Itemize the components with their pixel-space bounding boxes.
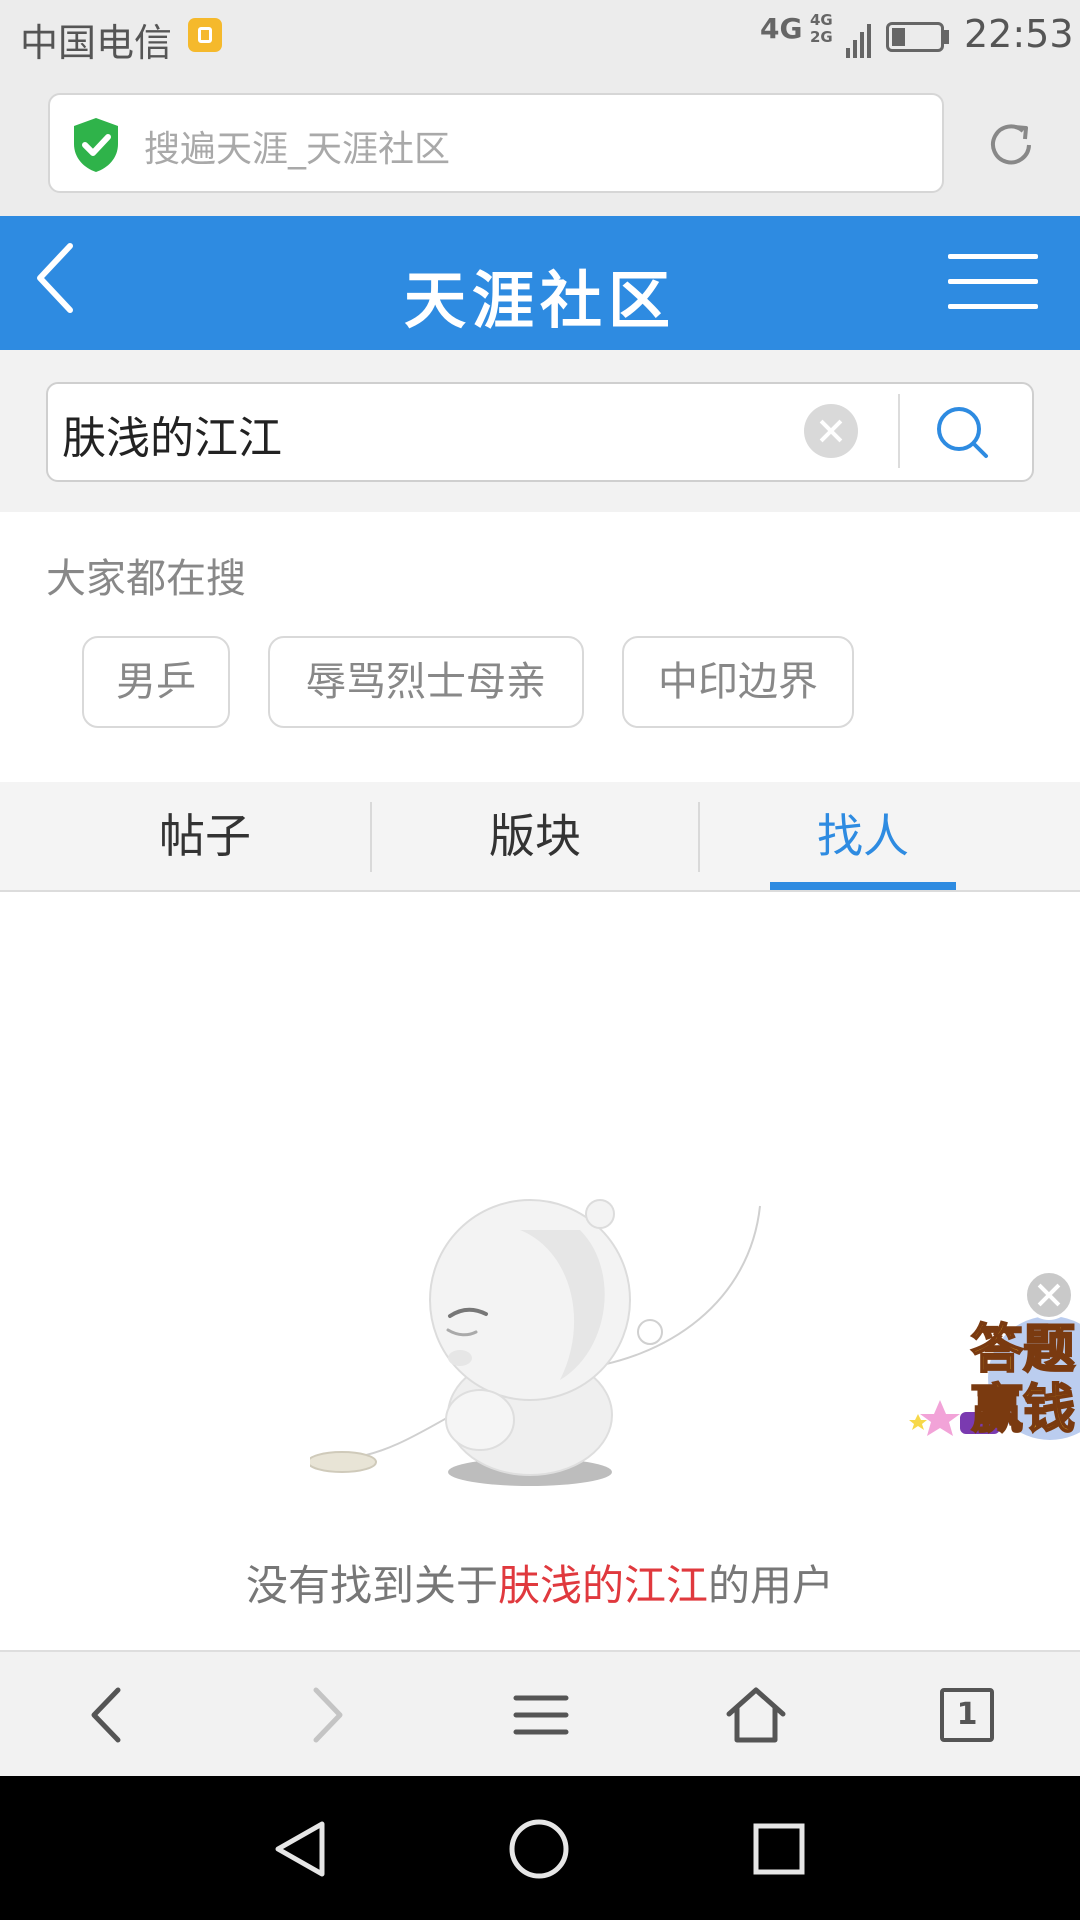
promo-label[interactable]: 答题赢钱	[966, 1319, 1080, 1441]
tab-people[interactable]: 找人	[700, 782, 1026, 890]
hot-search-label: 大家都在搜	[46, 556, 246, 602]
battery-tip	[944, 30, 949, 44]
clock: 22:53	[964, 12, 1074, 56]
search-query[interactable]: 肤浅的江江	[62, 402, 282, 466]
search-icon[interactable]	[932, 402, 992, 462]
clear-icon[interactable]	[804, 404, 858, 458]
tab-boards[interactable]: 版块	[372, 782, 698, 890]
shield-check-icon	[74, 118, 118, 172]
nav-back-icon[interactable]	[266, 1816, 336, 1882]
browser-back-icon[interactable]	[74, 1680, 144, 1750]
empty-keyword: 肤浅的江江	[497, 1561, 708, 1610]
carrier-name: 中国电信	[20, 21, 173, 65]
url-title[interactable]: 搜遍天涯_天涯社区	[144, 120, 450, 172]
signal-icon	[846, 20, 871, 58]
hot-search-chip[interactable]: 中印边界	[622, 636, 854, 728]
refresh-icon[interactable]	[982, 116, 1040, 174]
tab-posts[interactable]: 帖子	[40, 782, 370, 890]
network-type: 4G	[760, 12, 803, 45]
network-secondary: 4G 2G	[810, 11, 833, 46]
battery-icon	[886, 22, 944, 52]
empty-prefix: 没有找到关于	[245, 1561, 498, 1610]
sad-mascot-illustration	[310, 1199, 761, 1486]
tab-count-icon[interactable]: 1	[940, 1688, 994, 1742]
hot-search-chip[interactable]: 男乒	[82, 636, 230, 728]
nav-recents-icon[interactable]	[744, 1816, 814, 1882]
active-tab-indicator	[770, 882, 956, 890]
lock-badge-icon	[188, 18, 222, 52]
search-divider	[898, 394, 900, 468]
site-title: 天涯社区	[403, 264, 676, 337]
empty-suffix: 的用户	[708, 1561, 835, 1610]
home-icon[interactable]	[721, 1680, 791, 1750]
hot-search-chip[interactable]: 辱骂烈士母亲	[268, 636, 584, 728]
browser-forward-icon[interactable]	[290, 1680, 360, 1750]
empty-state-message: 没有找到关于肤浅的江江的用户	[0, 1552, 1080, 1613]
browser-menu-icon[interactable]	[506, 1680, 576, 1750]
close-promo-icon[interactable]	[1024, 1270, 1074, 1320]
nav-home-icon[interactable]	[504, 1816, 574, 1882]
hamburger-menu-icon[interactable]	[948, 254, 1038, 310]
